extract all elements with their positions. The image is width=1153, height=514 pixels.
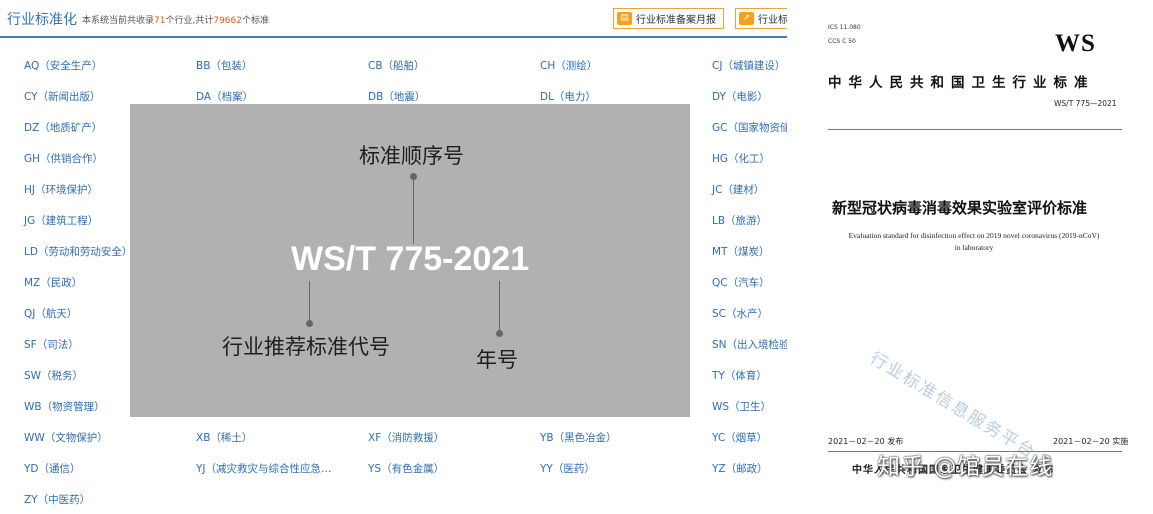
zhihu-watermark: 知乎 @馆员在线 (877, 454, 1054, 480)
year-pointer-line (499, 281, 500, 332)
category-link[interactable]: DZ（地质矿产） (24, 120, 102, 135)
standard-category-title: 中华人民共和国卫生行业标准 (828, 75, 1095, 91)
category-link[interactable]: CY（新闻出版） (24, 89, 101, 104)
category-link[interactable]: GH（供销合作） (24, 151, 103, 166)
category-link[interactable]: YJ（减灾救灾与综合性应急… (196, 461, 332, 476)
category-link[interactable]: XB（稀土） (196, 430, 252, 445)
summary-prefix: 本系统当前共收录 (82, 16, 155, 26)
annotation-overlay: 标准顺序号 WS/T 775-2021 行业推荐标准代号 年号 (130, 104, 690, 417)
standard-cover-page: ICS 11.080 CCS C 50 WS 中华人民共和国卫生行业标准 WS/… (787, 0, 1153, 514)
year-pointer-dot (496, 330, 503, 337)
category-link[interactable]: JG（建筑工程） (24, 213, 98, 228)
industry-standard-label: 行业标 (758, 15, 787, 26)
standard-title-cn: 新型冠状病毒消毒效果实验室评价标准 (832, 199, 1088, 217)
category-link[interactable]: BB（包装） (196, 58, 252, 73)
industry-count: 71 (154, 16, 166, 26)
category-link[interactable]: YD（通信） (24, 461, 81, 476)
category-link[interactable]: SC（水产） (712, 306, 768, 321)
label-year: 年号 (476, 348, 518, 372)
site-title[interactable]: 行业标准化 (7, 9, 77, 29)
sequence-pointer-line (413, 177, 414, 244)
category-link[interactable]: DB（地震） (368, 89, 425, 104)
category-link[interactable]: WS（卫生） (712, 399, 771, 414)
category-link[interactable]: SF（司法） (24, 337, 79, 352)
monthly-report-label: 行业标准备案月报 (636, 15, 716, 26)
divider (828, 129, 1122, 130)
category-link[interactable]: ZY（中医药） (24, 492, 90, 507)
category-link[interactable]: WW（文物保护） (24, 430, 108, 445)
category-link[interactable]: JC（建材） (712, 182, 764, 197)
category-link[interactable]: WB（物资管理） (24, 399, 105, 414)
category-link[interactable]: YZ（邮政） (712, 461, 768, 476)
standard-code: WS/T 775-2021 (291, 240, 530, 278)
publish-date: 2021－02－20 发布 (828, 437, 904, 446)
monthly-report-button[interactable]: ▤ 行业标准备案月报 (613, 8, 724, 29)
category-link[interactable]: DY（电影） (712, 89, 768, 104)
ccs-code: CCS C 50 (828, 38, 856, 45)
category-link[interactable]: QJ（航天） (24, 306, 77, 321)
category-link[interactable]: LD（劳动和劳动安全） (24, 244, 132, 259)
category-link[interactable]: YC（烟草） (712, 430, 767, 445)
standard-count: 79662 (213, 16, 242, 26)
ics-code: ICS 11.080 (828, 24, 861, 31)
category-link[interactable]: AQ（安全生产） (24, 58, 102, 73)
category-link[interactable]: QC（汽车） (712, 275, 770, 290)
category-link[interactable]: LB（旅游） (712, 213, 767, 228)
site-summary: 本系统当前共收录71个行业,共计79662个标准 (82, 13, 269, 26)
send-icon: ➚ (739, 12, 754, 25)
category-link[interactable]: HJ（环境保护） (24, 182, 98, 197)
category-link[interactable]: MZ（民政） (24, 275, 82, 290)
industry-list-panel: 行业标准化 本系统当前共收录71个行业,共计79662个标准 ▤ 行业标准备案月… (0, 0, 787, 514)
standard-number: WS/T 775—2021 (1054, 99, 1117, 108)
category-link[interactable]: YS（有色金属） (368, 461, 444, 476)
label-recommended-code: 行业推荐标准代号 (222, 335, 390, 359)
book-icon: ▤ (617, 12, 632, 25)
code-pointer-dot (306, 320, 313, 327)
category-link[interactable]: YY（医药） (540, 461, 595, 476)
category-link[interactable]: GC（国家物资储 (712, 120, 787, 135)
standard-title-en-line2: in laboratory (954, 243, 994, 252)
summary-mid: 个行业,共计 (165, 16, 214, 26)
category-link[interactable]: YB（黑色冶金） (540, 430, 617, 445)
code-pointer-line (309, 281, 310, 322)
summary-suffix: 个标准 (241, 16, 269, 26)
category-link[interactable]: CJ（城镇建设） (712, 58, 785, 73)
category-link[interactable]: DL（电力） (540, 89, 596, 104)
category-link[interactable]: MT（煤炭） (712, 244, 769, 259)
category-link[interactable]: CH（测绘） (540, 58, 597, 73)
label-sequence-number: 标准顺序号 (359, 144, 464, 168)
ws-logo: WS (1055, 30, 1096, 57)
implement-date: 2021－02－20 实施 (1053, 437, 1129, 446)
category-link[interactable]: TY（体育） (712, 368, 767, 383)
industry-standard-button[interactable]: ➚ 行业标 (735, 8, 787, 29)
category-link[interactable]: HG（化工） (712, 151, 770, 166)
header-bar: 行业标准化 本系统当前共收录71个行业,共计79662个标准 ▤ 行业标准备案月… (0, 0, 787, 38)
category-link[interactable]: CB（船舶） (368, 58, 425, 73)
category-link[interactable]: SW（税务） (24, 368, 83, 383)
category-link[interactable]: SN（出入境检验 (712, 337, 787, 352)
standard-title-en-line1: Evaluation standard for disinfection eff… (848, 231, 1100, 240)
category-link[interactable]: DA（档案） (196, 89, 253, 104)
category-link[interactable]: XF（消防救援） (368, 430, 444, 445)
